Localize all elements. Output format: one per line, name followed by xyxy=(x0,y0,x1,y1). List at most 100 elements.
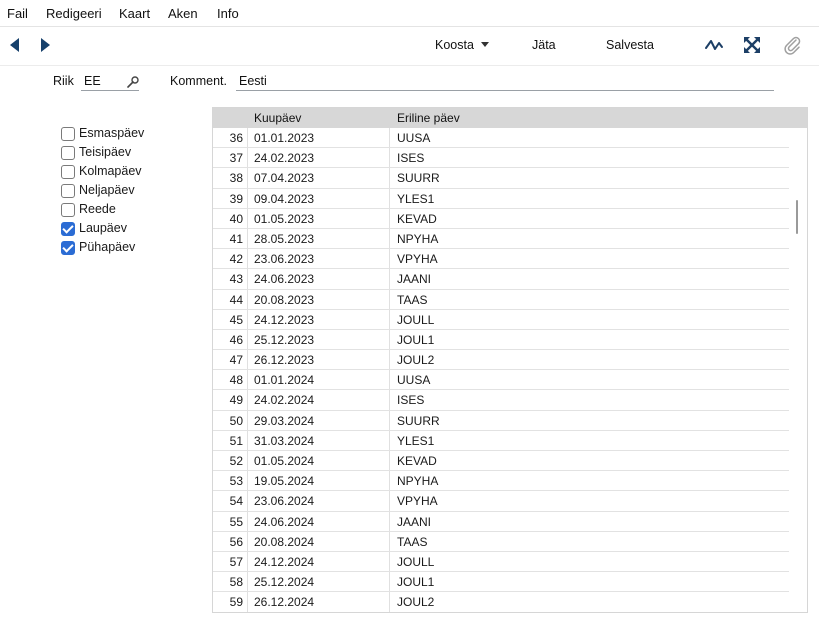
row-date[interactable]: 24.02.2024 xyxy=(254,393,314,407)
row-date[interactable]: 19.05.2024 xyxy=(254,474,314,488)
row-number[interactable]: 51 xyxy=(213,434,243,448)
table-row[interactable]: 48 01.01.2024 UUSA xyxy=(213,370,789,391)
table-row[interactable]: 51 31.03.2024 YLES1 xyxy=(213,431,789,451)
expand-icon[interactable] xyxy=(741,34,763,56)
row-number[interactable]: 57 xyxy=(213,555,243,569)
table-row[interactable]: 47 26.12.2023 JOUL2 xyxy=(213,350,789,371)
row-number[interactable]: 54 xyxy=(213,494,243,508)
row-number[interactable]: 53 xyxy=(213,474,243,488)
table-row[interactable]: 38 07.04.2023 SUURR xyxy=(213,168,789,189)
row-date[interactable]: 23.06.2024 xyxy=(254,494,314,508)
row-holiday-code[interactable]: VPYHA xyxy=(397,252,438,266)
checkbox[interactable] xyxy=(61,203,75,217)
row-number[interactable]: 36 xyxy=(213,131,243,145)
row-number[interactable]: 55 xyxy=(213,515,243,529)
row-holiday-code[interactable]: VPYHA xyxy=(397,494,438,508)
row-date[interactable]: 20.08.2023 xyxy=(254,293,314,307)
koosta-button[interactable]: Koosta xyxy=(435,38,489,52)
menu-aken[interactable]: Aken xyxy=(168,6,198,21)
row-date[interactable]: 31.03.2024 xyxy=(254,434,314,448)
row-date[interactable]: 26.12.2023 xyxy=(254,353,314,367)
row-number[interactable]: 58 xyxy=(213,575,243,589)
row-number[interactable]: 42 xyxy=(213,252,243,266)
back-arrow-icon[interactable] xyxy=(10,38,19,52)
table-row[interactable]: 58 25.12.2024 JOUL1 xyxy=(213,572,789,593)
checkbox-checked[interactable] xyxy=(61,222,75,236)
row-number[interactable]: 43 xyxy=(213,272,243,286)
menu-redigeeri[interactable]: Redigeeri xyxy=(46,6,102,21)
row-holiday-code[interactable]: JOUL2 xyxy=(397,595,434,609)
row-date[interactable]: 09.04.2023 xyxy=(254,192,314,206)
table-row[interactable]: 37 24.02.2023 ISES xyxy=(213,148,789,169)
row-date[interactable]: 24.06.2024 xyxy=(254,515,314,529)
table-row[interactable]: 43 24.06.2023 JAANI xyxy=(213,269,789,290)
paperclip-icon[interactable] xyxy=(781,34,803,56)
table-row[interactable]: 39 09.04.2023 YLES1 xyxy=(213,189,789,209)
row-holiday-code[interactable]: JOULL xyxy=(397,313,434,327)
menu-info[interactable]: Info xyxy=(217,6,239,21)
menu-fail[interactable]: Fail xyxy=(7,6,28,21)
table-row[interactable]: 56 20.08.2024 TAAS xyxy=(213,532,789,552)
row-holiday-code[interactable]: JOUL2 xyxy=(397,353,434,367)
row-number[interactable]: 39 xyxy=(213,192,243,206)
row-holiday-code[interactable]: JOUL1 xyxy=(397,333,434,347)
table-row[interactable]: 44 20.08.2023 TAAS xyxy=(213,290,789,310)
row-holiday-code[interactable]: JOUL1 xyxy=(397,575,434,589)
row-holiday-code[interactable]: SUURR xyxy=(397,414,440,428)
checkbox-checked[interactable] xyxy=(61,241,75,255)
table-row[interactable]: 49 24.02.2024 ISES xyxy=(213,390,789,411)
row-number[interactable]: 50 xyxy=(213,414,243,428)
salvesta-button[interactable]: Salvesta xyxy=(606,38,654,52)
row-holiday-code[interactable]: JAANI xyxy=(397,272,431,286)
row-holiday-code[interactable]: YLES1 xyxy=(397,434,434,448)
row-date[interactable]: 01.05.2024 xyxy=(254,454,314,468)
row-date[interactable]: 26.12.2024 xyxy=(254,595,314,609)
table-row[interactable]: 50 29.03.2024 SUURR xyxy=(213,411,789,431)
vertical-scrollbar[interactable] xyxy=(796,200,798,234)
table-row[interactable]: 54 23.06.2024 VPYHA xyxy=(213,491,789,512)
row-holiday-code[interactable]: YLES1 xyxy=(397,192,434,206)
table-row[interactable]: 41 28.05.2023 NPYHA xyxy=(213,229,789,250)
checkbox[interactable] xyxy=(61,127,75,141)
row-holiday-code[interactable]: TAAS xyxy=(397,293,427,307)
activity-icon[interactable] xyxy=(703,34,725,56)
menu-kaart[interactable]: Kaart xyxy=(119,6,150,21)
row-date[interactable]: 07.04.2023 xyxy=(254,171,314,185)
row-date[interactable]: 01.05.2023 xyxy=(254,212,314,226)
row-holiday-code[interactable]: NPYHA xyxy=(397,474,438,488)
row-holiday-code[interactable]: UUSA xyxy=(397,131,430,145)
column-header-eriline-paev[interactable]: Eriline päev xyxy=(397,111,460,125)
row-holiday-code[interactable]: KEVAD xyxy=(397,212,437,226)
row-number[interactable]: 47 xyxy=(213,353,243,367)
row-holiday-code[interactable]: SUURR xyxy=(397,171,440,185)
row-number[interactable]: 52 xyxy=(213,454,243,468)
row-holiday-code[interactable]: ISES xyxy=(397,151,424,165)
row-holiday-code[interactable]: UUSA xyxy=(397,373,430,387)
checkbox[interactable] xyxy=(61,146,75,160)
checkbox[interactable] xyxy=(61,165,75,179)
checkbox[interactable] xyxy=(61,184,75,198)
table-row[interactable]: 53 19.05.2024 NPYHA xyxy=(213,471,789,492)
table-row[interactable]: 52 01.05.2024 KEVAD xyxy=(213,451,789,472)
row-date[interactable]: 28.05.2023 xyxy=(254,232,314,246)
table-row[interactable]: 45 24.12.2023 JOULL xyxy=(213,310,789,330)
komment-field[interactable]: Eesti xyxy=(239,74,267,88)
column-header-kuupaev[interactable]: Kuupäev xyxy=(254,111,301,125)
row-number[interactable]: 44 xyxy=(213,293,243,307)
row-number[interactable]: 46 xyxy=(213,333,243,347)
row-date[interactable]: 24.02.2023 xyxy=(254,151,314,165)
row-date[interactable]: 23.06.2023 xyxy=(254,252,314,266)
row-holiday-code[interactable]: ISES xyxy=(397,393,424,407)
search-icon[interactable] xyxy=(126,75,140,89)
row-date[interactable]: 20.08.2024 xyxy=(254,535,314,549)
table-row[interactable]: 46 25.12.2023 JOUL1 xyxy=(213,330,789,351)
row-number[interactable]: 41 xyxy=(213,232,243,246)
row-number[interactable]: 49 xyxy=(213,393,243,407)
row-date[interactable]: 01.01.2023 xyxy=(254,131,314,145)
forward-arrow-icon[interactable] xyxy=(41,38,50,52)
row-number[interactable]: 59 xyxy=(213,595,243,609)
row-holiday-code[interactable]: JOULL xyxy=(397,555,434,569)
table-row[interactable]: 36 01.01.2023 UUSA xyxy=(213,128,789,149)
row-number[interactable]: 48 xyxy=(213,373,243,387)
row-date[interactable]: 24.12.2023 xyxy=(254,313,314,327)
